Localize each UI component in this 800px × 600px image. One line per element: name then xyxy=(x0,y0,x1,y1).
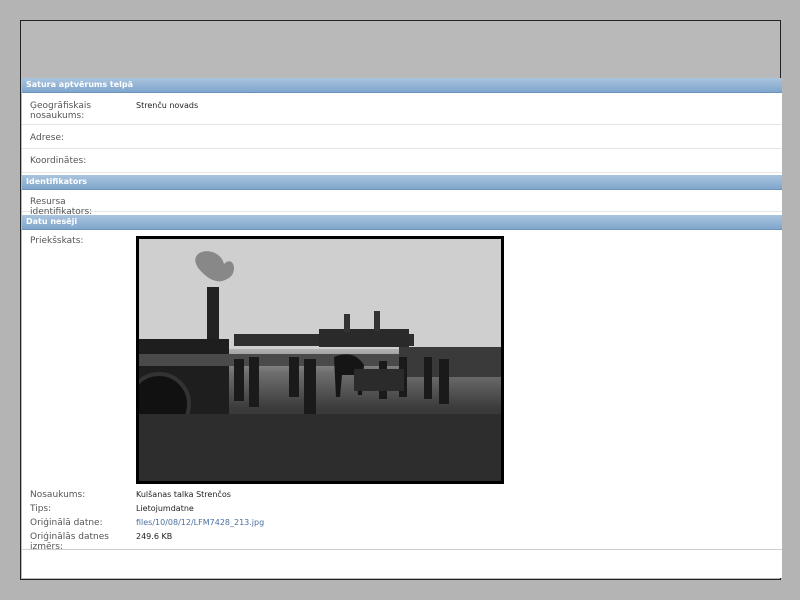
row-coordinates: Koordinātes: xyxy=(22,149,782,173)
metadata-panel: Satura aptvērums telpā Ģeogrāfiskais nos… xyxy=(22,78,782,578)
section-header-media: Datu nesēji xyxy=(22,215,782,230)
original-file-link[interactable]: files/10/08/12/LFM7428_213.jpg xyxy=(136,518,264,528)
type-label: Tips: xyxy=(30,504,52,514)
geo-name-value: Strenču novads xyxy=(136,101,199,110)
row-original-size: Oriģinālās datnes izmērs: 249.6 KB xyxy=(22,530,782,556)
coordinates-label: Koordinātes: xyxy=(30,156,87,166)
preview-label: Priekšskats: xyxy=(30,236,84,246)
row-type: Tips: Lietojumdatne xyxy=(22,502,782,516)
section-header-identifiers: Identifikators xyxy=(22,175,782,190)
photo-content xyxy=(139,239,501,481)
threshing-scene-illustration xyxy=(139,239,501,481)
row-address: Adrese: xyxy=(22,125,782,149)
row-name: Nosaukums: Kulšanas talka Strenčos xyxy=(22,488,782,502)
type-value: Lietojumdatne xyxy=(136,504,194,513)
row-resource-id: Resursa identifikators: xyxy=(22,190,782,217)
geo-name-label: Ģeogrāfiskais nosaukums: xyxy=(30,101,92,121)
top-gray-area xyxy=(21,21,780,79)
name-value: Kulšanas talka Strenčos xyxy=(136,490,231,499)
section-header-spatial: Satura aptvērums telpā xyxy=(22,78,782,93)
row-original-file: Oriģinālā datne: files/10/08/12/LFM7428_… xyxy=(22,516,782,530)
row-preview: Priekšskats: xyxy=(22,230,782,488)
address-label: Adrese: xyxy=(30,133,65,143)
separator-line xyxy=(22,549,782,550)
original-file-label: Oriģinālā datne: xyxy=(30,518,103,528)
resource-id-label: Resursa identifikators: xyxy=(30,197,93,217)
row-geo-name: Ģeogrāfiskais nosaukums: Strenču novads xyxy=(22,93,782,125)
original-size-value: 249.6 KB xyxy=(136,532,173,541)
name-label: Nosaukums: xyxy=(30,490,86,500)
preview-image[interactable] xyxy=(136,236,504,484)
